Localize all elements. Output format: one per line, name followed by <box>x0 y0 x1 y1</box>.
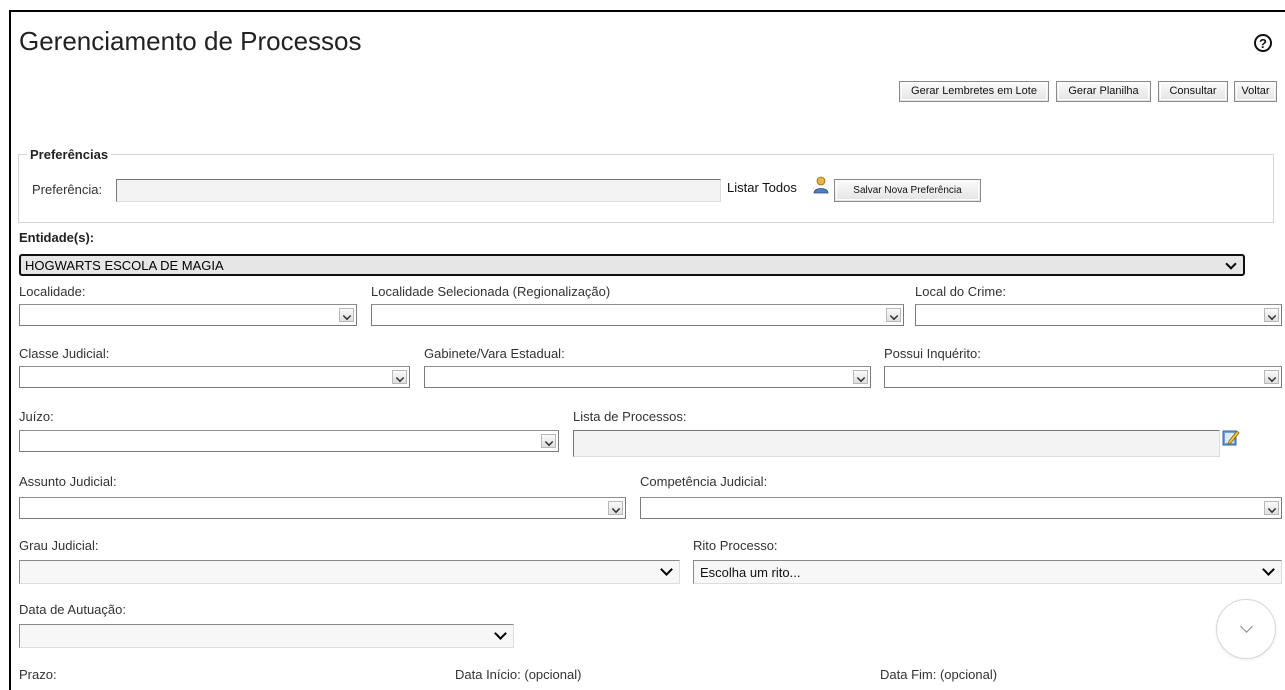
edit-icon[interactable] <box>1222 428 1240 446</box>
juizo-select[interactable] <box>19 430 559 452</box>
localidade-label: Localidade: <box>19 284 86 299</box>
rito-processo-label: Rito Processo: <box>693 538 778 553</box>
page-title: Gerenciamento de Processos <box>19 26 362 56</box>
lista-processos-label: Lista de Processos: <box>573 409 687 424</box>
preference-input[interactable] <box>116 179 721 202</box>
dropdown-arrow-icon <box>541 434 556 448</box>
dropdown-arrow-icon <box>608 501 623 515</box>
preferences-legend: Preferências <box>30 147 109 162</box>
chevron-down-icon <box>1240 620 1253 633</box>
rito-processo-select[interactable]: Escolha um rito... <box>693 560 1282 584</box>
juizo-label: Juízo: <box>19 409 54 424</box>
preference-label: Preferência: <box>32 182 103 197</box>
scroll-down-button[interactable] <box>1216 599 1276 659</box>
lista-processos-input[interactable] <box>573 430 1220 457</box>
chevron-down-icon <box>660 563 673 576</box>
localidade-selecionada-label: Localidade Selecionada (Regionalização) <box>371 284 611 299</box>
chevron-down-icon <box>1225 258 1237 270</box>
data-fim-label: Data Fim: (opcional) <box>880 667 998 682</box>
dropdown-arrow-icon <box>392 370 407 384</box>
competencia-judicial-label: Competência Judicial: <box>640 474 768 489</box>
possui-inquerito-label: Possui Inquérito: <box>884 346 981 361</box>
competencia-judicial-select[interactable] <box>640 497 1282 519</box>
save-preference-button[interactable]: Salvar Nova Preferência <box>834 179 981 202</box>
person-icon[interactable] <box>813 176 829 194</box>
rito-processo-value: Escolha um rito... <box>700 565 801 580</box>
possui-inquerito-select[interactable] <box>884 366 1282 388</box>
chevron-down-icon <box>1262 563 1275 576</box>
help-icon[interactable]: ? <box>1254 34 1272 52</box>
data-autuacao-select[interactable] <box>19 624 514 648</box>
dropdown-arrow-icon <box>1264 370 1279 384</box>
assunto-judicial-select[interactable] <box>19 497 626 519</box>
entity-select[interactable]: HOGWARTS ESCOLA DE MAGIA <box>19 254 1245 276</box>
assunto-judicial-label: Assunto Judicial: <box>19 474 117 489</box>
grau-judicial-select[interactable] <box>19 560 680 584</box>
classe-judicial-label: Classe Judicial: <box>19 346 110 361</box>
page-frame <box>9 10 1285 690</box>
entities-label: Entidade(s): <box>19 230 95 245</box>
local-crime-label: Local do Crime: <box>915 284 1007 299</box>
generate-spreadsheet-button[interactable]: Gerar Planilha <box>1056 81 1151 102</box>
data-autuacao-label: Data de Autuação: <box>19 602 126 617</box>
entity-selected-value: HOGWARTS ESCOLA DE MAGIA <box>25 258 224 273</box>
list-all-link[interactable]: Listar Todos <box>727 180 797 195</box>
dropdown-arrow-icon <box>853 370 868 384</box>
dropdown-arrow-icon <box>1264 308 1279 322</box>
search-button[interactable]: Consultar <box>1158 81 1228 102</box>
local-crime-select[interactable] <box>915 304 1282 326</box>
gabinete-select[interactable] <box>424 366 871 388</box>
localidade-select[interactable] <box>19 304 357 326</box>
localidade-selecionada-select[interactable] <box>371 304 904 326</box>
prazo-label: Prazo: <box>19 667 57 682</box>
generate-reminders-button[interactable]: Gerar Lembretes em Lote <box>899 81 1049 102</box>
dropdown-arrow-icon <box>886 308 901 322</box>
gabinete-label: Gabinete/Vara Estadual: <box>424 346 565 361</box>
data-inicio-label: Data Início: (opcional) <box>455 667 582 682</box>
grau-judicial-label: Grau Judicial: <box>19 538 99 553</box>
back-button[interactable]: Voltar <box>1234 81 1277 102</box>
dropdown-arrow-icon <box>1264 501 1279 515</box>
chevron-down-icon <box>494 627 507 640</box>
classe-judicial-select[interactable] <box>19 366 410 388</box>
dropdown-arrow-icon <box>339 308 354 322</box>
